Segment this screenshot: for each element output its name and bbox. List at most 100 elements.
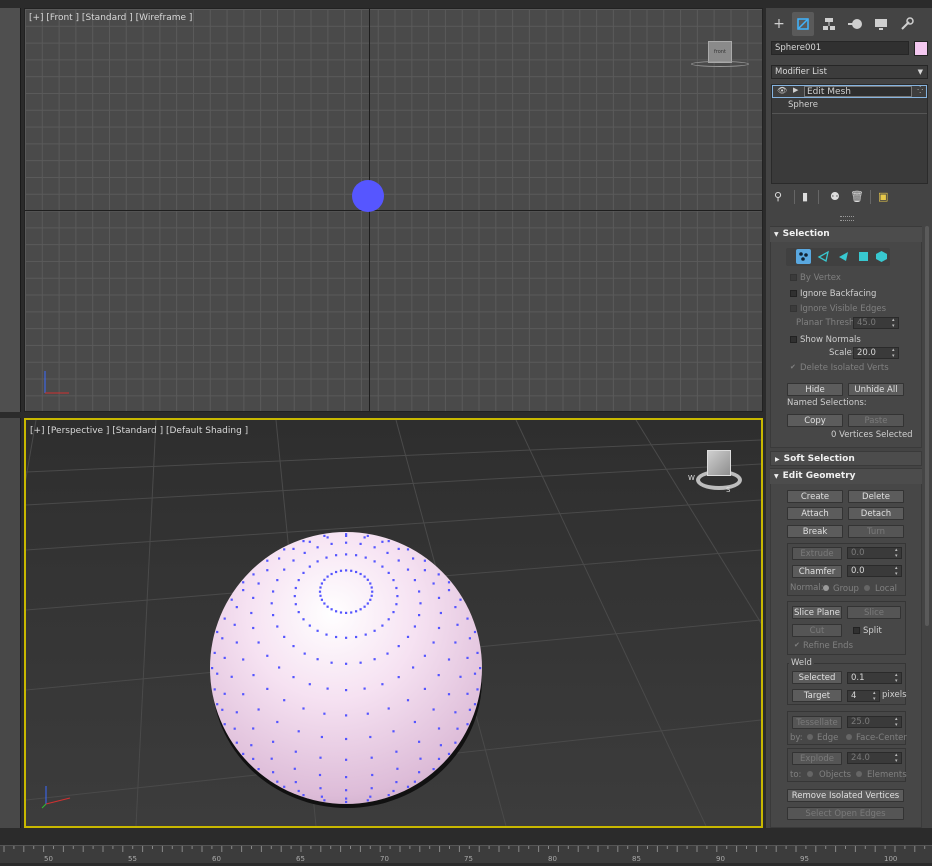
vertex-dot[interactable] — [468, 637, 471, 640]
slice-button[interactable]: Slice — [847, 606, 901, 619]
vertex-dot[interactable] — [447, 693, 451, 696]
viewcube-ring[interactable] — [691, 61, 749, 67]
vertex-dot[interactable] — [369, 582, 372, 585]
vertex-dot[interactable] — [350, 611, 353, 614]
select-open-edges-button[interactable]: Select Open Edges — [787, 807, 904, 820]
vertex-dot[interactable] — [437, 573, 440, 576]
vertex-dot[interactable] — [418, 590, 421, 593]
vertex-dot[interactable] — [257, 582, 260, 585]
vertex-dot[interactable] — [413, 720, 416, 724]
vertex-dot[interactable] — [308, 624, 311, 627]
vertex-dot[interactable] — [233, 727, 236, 730]
vertex-dot[interactable] — [330, 608, 333, 611]
vertex-dot[interactable] — [292, 645, 295, 648]
vertex-dot[interactable] — [323, 799, 326, 802]
vertex-dot[interactable] — [432, 768, 435, 771]
vertex-dot[interactable] — [308, 683, 311, 686]
left-viewport-strip-top[interactable] — [0, 8, 21, 412]
vertex-dot[interactable] — [459, 675, 462, 678]
vertex-dot[interactable] — [270, 602, 273, 605]
vertex-dot[interactable] — [339, 569, 343, 572]
vertex-dot[interactable] — [345, 800, 348, 804]
vertex-dot[interactable] — [330, 661, 333, 664]
vertex-dot[interactable] — [406, 568, 410, 571]
vertex-dot[interactable] — [345, 689, 348, 692]
vertex-dot[interactable] — [439, 744, 442, 747]
vertex-dot[interactable] — [366, 602, 369, 605]
vertex-dot[interactable] — [345, 776, 348, 779]
vertex-dot[interactable] — [359, 542, 362, 545]
modify-icon[interactable] — [792, 12, 814, 36]
vertex-dot[interactable] — [302, 571, 305, 574]
vertex-dot[interactable] — [213, 651, 216, 654]
vertex-dot[interactable] — [392, 789, 395, 793]
vertex-dot[interactable] — [303, 551, 306, 554]
vertex-dot[interactable] — [355, 554, 358, 557]
vertex-dot[interactable] — [292, 676, 295, 679]
vertex-dot[interactable] — [272, 740, 275, 743]
vertex-dot[interactable] — [276, 720, 279, 724]
vertex-dot[interactable] — [345, 541, 348, 544]
make-unique-icon[interactable]: ⚉ — [830, 190, 840, 203]
attach-button[interactable]: Attach — [787, 507, 843, 520]
extrude-spinner[interactable]: 0.0 — [847, 547, 902, 559]
sphere-front-view[interactable] — [352, 180, 384, 212]
vertex-dot[interactable] — [283, 548, 286, 551]
vertex-dot[interactable] — [456, 727, 459, 730]
vertex-dot[interactable] — [297, 579, 300, 582]
vertex-dot[interactable] — [432, 708, 435, 711]
vertex-dot[interactable] — [223, 692, 226, 695]
vertex-dot[interactable] — [345, 533, 348, 536]
polygon-mode-icon[interactable] — [856, 249, 871, 264]
panel-resize-handle[interactable] — [840, 216, 854, 221]
vertex-dot[interactable] — [396, 595, 399, 598]
vertex-dot[interactable] — [278, 666, 281, 669]
vertex-dot[interactable] — [326, 575, 329, 578]
front-viewport[interactable]: [+] [Front ] [Standard ] [Wireframe ] fr… — [24, 8, 763, 412]
vertex-dot[interactable] — [335, 635, 338, 639]
refine-ends-check-icon[interactable]: ✔ — [794, 641, 800, 649]
vertex-dot[interactable] — [473, 630, 477, 634]
object-color-swatch[interactable] — [914, 41, 928, 56]
vertex-dot[interactable] — [266, 654, 269, 657]
vertex-dot[interactable] — [326, 536, 329, 539]
left-viewport-strip-bottom[interactable] — [0, 418, 21, 828]
vertex-dot[interactable] — [266, 569, 269, 572]
vertex-dot[interactable] — [223, 617, 226, 620]
vertex-dot[interactable] — [454, 711, 457, 714]
vertex-dot[interactable] — [397, 559, 400, 562]
vertex-dot[interactable] — [373, 560, 376, 563]
pin-stack-icon[interactable]: ⚲ — [774, 190, 782, 203]
vertex-dot[interactable] — [330, 542, 333, 545]
panel-scrollbar[interactable] — [925, 226, 929, 626]
paste-button[interactable]: Paste — [848, 414, 904, 427]
vertex-dot[interactable] — [252, 626, 255, 630]
vertex-dot[interactable] — [395, 586, 398, 590]
vertex-dot[interactable] — [339, 611, 343, 614]
chamfer-button[interactable]: Chamfer — [792, 565, 842, 578]
vertex-dot[interactable] — [252, 596, 255, 599]
vertex-dot[interactable] — [308, 565, 311, 568]
copy-button[interactable]: Copy — [787, 414, 843, 427]
vertex-dot[interactable] — [370, 787, 373, 790]
vertex-dot[interactable] — [432, 582, 435, 585]
vertex-dot[interactable] — [326, 605, 329, 608]
vertex-dot[interactable] — [335, 610, 338, 613]
vertex-dot[interactable] — [366, 534, 369, 537]
normal-group-radio[interactable] — [823, 585, 829, 591]
vertex-dot[interactable] — [318, 590, 322, 593]
vertex-dot[interactable] — [350, 569, 353, 572]
vertex-dot[interactable] — [293, 767, 296, 770]
vertex-dot[interactable] — [473, 703, 477, 706]
display-icon[interactable] — [870, 12, 892, 36]
vertex-dot[interactable] — [302, 540, 305, 543]
vertex-dot[interactable] — [473, 672, 477, 675]
vertex-dot[interactable] — [466, 723, 469, 726]
normal-local-radio[interactable] — [864, 585, 870, 591]
delete-isolated-check-icon[interactable]: ✔ — [790, 363, 796, 371]
vertex-dot[interactable] — [294, 603, 297, 606]
vertex-dot[interactable] — [439, 611, 442, 615]
vertex-dot[interactable] — [294, 586, 297, 590]
unhide-all-button[interactable]: Unhide All — [848, 383, 904, 396]
vertex-dot[interactable] — [276, 579, 279, 582]
